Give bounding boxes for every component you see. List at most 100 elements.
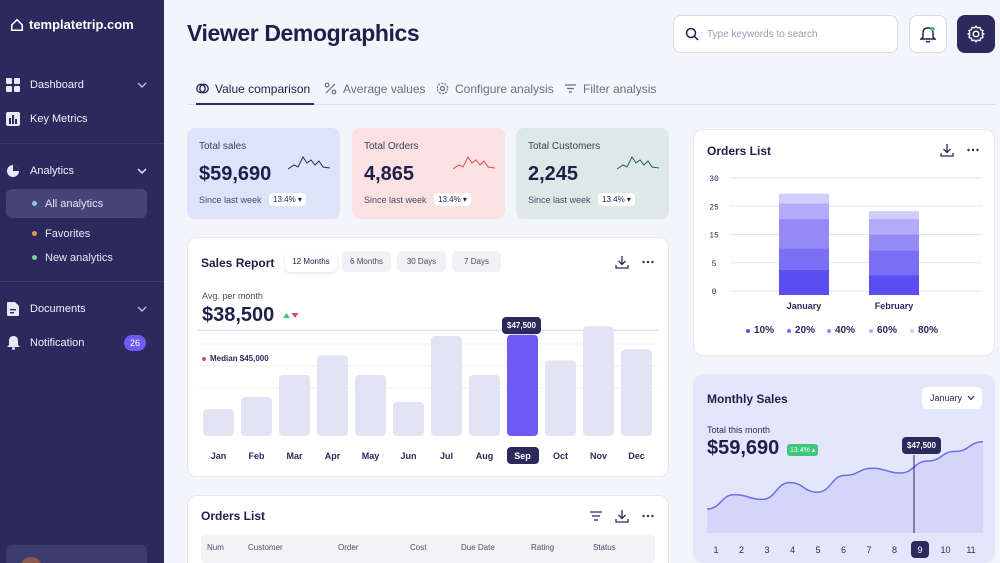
month-label[interactable]: Jul bbox=[431, 447, 463, 464]
page-number[interactable]: 6 bbox=[835, 541, 853, 558]
bar[interactable] bbox=[621, 349, 652, 436]
sidebar-item-label: New analytics bbox=[45, 251, 113, 264]
legend-item: 20% bbox=[787, 325, 815, 336]
page-number[interactable]: 3 bbox=[758, 541, 776, 558]
stacked-segment[interactable] bbox=[779, 218, 829, 249]
tab-configure-analysis[interactable]: Configure analysis bbox=[436, 82, 554, 105]
more-options-icon[interactable] bbox=[641, 509, 655, 523]
status-dot bbox=[32, 255, 37, 260]
bar[interactable] bbox=[431, 335, 462, 436]
sidebar-item-dashboard[interactable]: Dashboard bbox=[6, 72, 156, 98]
month-label[interactable]: Sep bbox=[506, 447, 539, 464]
bar[interactable] bbox=[279, 375, 310, 436]
tab-filter-analysis[interactable]: Filter analysis bbox=[564, 82, 656, 105]
month-label[interactable]: May bbox=[355, 447, 387, 464]
month-label[interactable]: Apr bbox=[317, 447, 349, 464]
download-icon[interactable] bbox=[615, 509, 629, 523]
month-label[interactable]: Dec bbox=[621, 447, 653, 464]
tab-value-comparison[interactable]: Value comparison bbox=[196, 82, 314, 105]
chevron-down-icon bbox=[137, 82, 147, 88]
tab-average-values[interactable]: Average values bbox=[324, 82, 426, 105]
column-header[interactable]: Due Date bbox=[461, 543, 495, 552]
page-number[interactable]: 11 bbox=[962, 541, 980, 558]
page-number[interactable]: 9 bbox=[911, 541, 929, 558]
column-header[interactable]: Rating bbox=[531, 543, 554, 552]
month-label[interactable]: Nov bbox=[583, 447, 615, 464]
page-number[interactable]: 7 bbox=[860, 541, 878, 558]
range-6-months[interactable]: 6 Months bbox=[342, 251, 391, 272]
stacked-segment[interactable] bbox=[779, 269, 829, 295]
bar[interactable] bbox=[545, 360, 576, 436]
month-select[interactable]: January bbox=[922, 387, 982, 409]
settings-button[interactable] bbox=[957, 15, 995, 53]
sidebar-item-documents[interactable]: Documents bbox=[6, 296, 156, 322]
search-placeholder: Type keywords to search bbox=[707, 28, 818, 40]
notification-badge: 26 bbox=[123, 335, 146, 351]
user-profile-card[interactable] bbox=[6, 545, 147, 563]
download-icon[interactable] bbox=[940, 143, 954, 157]
grid-icon bbox=[6, 78, 20, 92]
stacked-segment[interactable] bbox=[869, 275, 919, 296]
search-input[interactable]: Type keywords to search bbox=[673, 15, 898, 53]
more-options-icon[interactable] bbox=[641, 255, 655, 269]
month-label[interactable]: Oct bbox=[545, 447, 577, 464]
bar[interactable] bbox=[469, 375, 500, 436]
range-7-days[interactable]: 7 Days bbox=[452, 251, 501, 272]
sidebar-item-key-metrics[interactable]: Key Metrics bbox=[6, 106, 156, 132]
month-label[interactable]: Jan bbox=[203, 447, 235, 464]
column-header[interactable]: Status bbox=[593, 543, 616, 552]
month-label[interactable]: Feb bbox=[241, 447, 273, 464]
legend-dot bbox=[869, 328, 873, 333]
sidebar-item-all-analytics[interactable]: All analytics bbox=[6, 189, 147, 218]
bar[interactable] bbox=[393, 401, 424, 436]
range-12-months[interactable]: 12 Months bbox=[285, 251, 337, 272]
bar[interactable] bbox=[241, 396, 272, 436]
page-number[interactable]: 5 bbox=[809, 541, 827, 558]
more-options-icon[interactable] bbox=[966, 143, 980, 157]
download-icon[interactable] bbox=[615, 255, 629, 269]
month-label[interactable]: Jun bbox=[393, 447, 425, 464]
sidebar-item-notification[interactable]: Notification 26 bbox=[6, 330, 156, 356]
monthly-area-chart bbox=[707, 441, 983, 533]
column-header[interactable]: Cost bbox=[410, 543, 426, 552]
sales-bar-chart bbox=[198, 319, 658, 436]
y-tick-label: 15 bbox=[709, 232, 719, 241]
compare-icon bbox=[196, 83, 209, 94]
column-header[interactable]: Customer bbox=[248, 543, 283, 552]
stacked-segment[interactable] bbox=[779, 248, 829, 270]
filter-icon[interactable] bbox=[589, 509, 603, 523]
bar[interactable] bbox=[583, 326, 614, 436]
legend-dot bbox=[910, 328, 914, 333]
notifications-button[interactable] bbox=[909, 15, 947, 53]
bar[interactable] bbox=[507, 334, 538, 436]
sidebar-item-label: Key Metrics bbox=[30, 113, 88, 125]
page-number[interactable]: 4 bbox=[784, 541, 802, 558]
stacked-segment[interactable] bbox=[779, 203, 829, 219]
stacked-segment[interactable] bbox=[779, 193, 829, 204]
sidebar-item-analytics[interactable]: Analytics bbox=[6, 158, 156, 184]
column-header[interactable]: Num bbox=[207, 543, 224, 552]
brand-logo[interactable]: templatetrip.com bbox=[10, 17, 134, 32]
range-30-days[interactable]: 30 Days bbox=[397, 251, 446, 272]
pie-chart-icon bbox=[6, 164, 20, 178]
month-label[interactable]: Aug bbox=[469, 447, 501, 464]
bar[interactable] bbox=[203, 409, 234, 436]
bar[interactable] bbox=[317, 355, 348, 436]
stacked-segment[interactable] bbox=[869, 250, 919, 276]
stacked-segment[interactable] bbox=[869, 218, 919, 235]
page-number[interactable]: 2 bbox=[733, 541, 751, 558]
stacked-segment[interactable] bbox=[869, 234, 919, 251]
page-number[interactable]: 1 bbox=[707, 541, 725, 558]
column-header[interactable]: Order bbox=[338, 543, 358, 552]
document-icon bbox=[6, 302, 20, 316]
page-number[interactable]: 10 bbox=[937, 541, 955, 558]
month-label[interactable]: Mar bbox=[279, 447, 311, 464]
stacked-segment[interactable] bbox=[869, 211, 919, 219]
gear-icon bbox=[967, 25, 985, 43]
sidebar-item-new-analytics[interactable]: New analytics bbox=[6, 243, 147, 272]
legend-label: 10% bbox=[754, 325, 775, 336]
sidebar-item-label: Documents bbox=[30, 303, 86, 315]
bar[interactable] bbox=[355, 375, 386, 436]
card-title: Orders List bbox=[707, 144, 772, 158]
page-number[interactable]: 8 bbox=[886, 541, 904, 558]
